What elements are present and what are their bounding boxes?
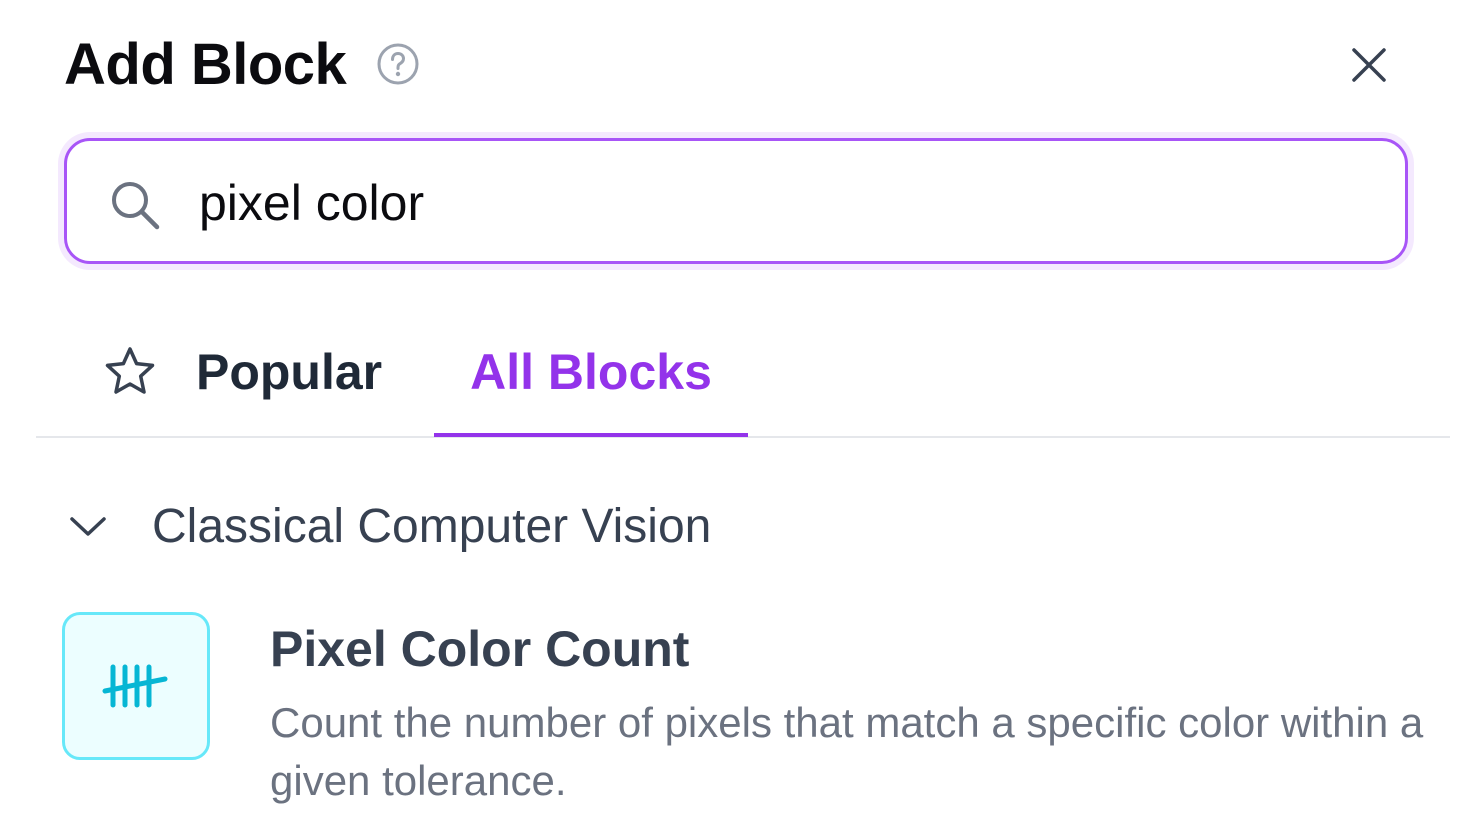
close-icon: [1352, 48, 1386, 82]
add-block-panel: Add Block Popular All Blocks: [0, 0, 1476, 830]
panel-header: Add Block: [64, 28, 420, 100]
tab-all-blocks[interactable]: All Blocks: [434, 310, 748, 437]
block-tabs: Popular All Blocks: [36, 310, 1450, 438]
block-title: Pixel Color Count: [270, 621, 690, 677]
chevron-down-icon: [70, 517, 106, 536]
tab-popular-label: Popular: [196, 344, 383, 400]
close-button[interactable]: [1340, 36, 1398, 94]
tab-popular[interactable]: Popular: [102, 310, 382, 434]
section-title: Classical Computer Vision: [152, 499, 712, 553]
search-icon: [112, 182, 160, 230]
search-box[interactable]: [64, 138, 1408, 264]
block-icon-tile: [62, 612, 210, 760]
block-item-pixel-color-count[interactable]: Pixel Color Count Count the number of pi…: [62, 610, 1442, 820]
star-icon: [105, 347, 155, 394]
tab-all-blocks-label: All Blocks: [470, 343, 712, 400]
section-header-classical-cv[interactable]: Classical Computer Vision: [66, 494, 711, 558]
panel-title: Add Block: [64, 31, 347, 97]
search-input[interactable]: [199, 165, 1359, 241]
question-circle-icon[interactable]: [376, 42, 420, 86]
block-description: Count the number of pixels that match a …: [270, 699, 1424, 804]
tally-marks-icon: [102, 664, 168, 708]
